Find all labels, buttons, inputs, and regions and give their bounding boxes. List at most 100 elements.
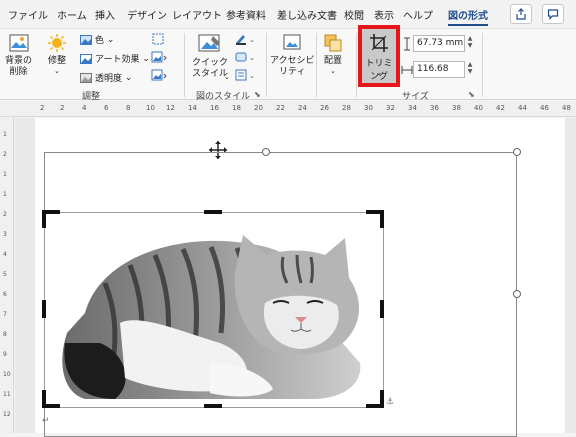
chevron-down-icon: ⌄ <box>122 72 133 83</box>
tab-help[interactable]: ヘルプ <box>403 7 433 22</box>
ruler-tick-label: 18 <box>232 104 241 112</box>
chevron-down-icon: ⌄ <box>54 67 60 75</box>
ruler-tick-label: 48 <box>562 104 571 112</box>
svg-text:⌄: ⌄ <box>249 36 255 44</box>
ruler-tick-label: 16 <box>210 104 219 112</box>
tab-references[interactable]: 参考資料 <box>226 7 266 22</box>
ruler-tick-label: 9 <box>3 351 7 358</box>
tab-mailings[interactable]: 差し込み文書 <box>277 7 337 22</box>
ruler-tick-label: 10 <box>3 371 11 378</box>
tab-design[interactable]: デザイン <box>127 7 167 22</box>
tab-file[interactable]: ファイル <box>8 7 48 22</box>
crop-handle-bottom-left[interactable] <box>42 390 46 408</box>
ruler-tick-label: 12 <box>166 104 175 112</box>
ruler-tick-label: 5 <box>3 271 7 278</box>
ruler-tick-label: 12 <box>3 411 11 418</box>
change-picture-icon[interactable] <box>151 51 167 63</box>
tab-home[interactable]: ホーム <box>57 7 87 22</box>
crop-highlight-box <box>358 25 400 87</box>
share-icon <box>516 8 526 20</box>
group-separator <box>316 33 317 97</box>
crop-handle-top-left[interactable] <box>42 210 46 228</box>
ruler-tick-label: 1 <box>3 171 7 178</box>
ruler-tick-label: 2 <box>3 151 7 158</box>
artistic-effects-icon <box>80 53 92 64</box>
sun-icon <box>48 34 66 52</box>
ruler-tick-label: 46 <box>540 104 549 112</box>
chevron-down-icon: ⌄ <box>104 34 115 45</box>
accessibility-button[interactable]: アクセシビ リティ <box>270 33 315 78</box>
dialog-launcher-icon[interactable]: ⬊ <box>254 90 261 99</box>
tab-layout[interactable]: レイアウト <box>172 7 222 22</box>
anchor-mark: ⚓ <box>386 397 395 407</box>
width-spinner[interactable]: ▲ ▼ <box>466 61 474 75</box>
ruler-tick-label: 7 <box>3 311 7 318</box>
picture-effects-icon[interactable]: ⌄ <box>234 51 256 63</box>
picture-border-icon[interactable]: ⌄ <box>234 33 256 45</box>
ribbon-tab-bar: ファイル ホーム 挿入 デザイン レイアウト 参考資料 差し込み文書 校閲 表示… <box>0 0 576 28</box>
ruler-tick-label: 3 <box>3 231 7 238</box>
ruler-tick-label: 1 <box>3 131 7 138</box>
compress-pictures-icon[interactable] <box>152 33 164 45</box>
group-separator <box>482 33 483 97</box>
tab-insert[interactable]: 挿入 <box>95 7 115 22</box>
ruler-tick-label: 6 <box>3 291 7 298</box>
group-separator <box>266 33 267 97</box>
crop-handle-top[interactable] <box>204 210 222 214</box>
dialog-launcher-icon[interactable]: ⬊ <box>468 90 475 99</box>
crop-handle-bottom-right[interactable] <box>380 390 384 408</box>
ruler-tick-label: 8 <box>126 104 131 112</box>
ruler-tick-label: 42 <box>496 104 505 112</box>
width-input[interactable]: 116.68 mm <box>413 61 465 78</box>
width-icon <box>401 66 413 74</box>
color-icon <box>80 34 92 45</box>
ruler-tick-label: 34 <box>408 104 417 112</box>
crop-handle-left[interactable] <box>42 300 46 318</box>
cat-image <box>62 235 361 399</box>
alt-text-icon <box>283 34 301 50</box>
ruler-tick-label: 38 <box>452 104 461 112</box>
chevron-down-icon: ⌄ <box>330 67 336 75</box>
resize-handle-right[interactable] <box>513 290 521 298</box>
ruler-tick-label: 1 <box>3 191 7 198</box>
crop-handle-bottom[interactable] <box>204 404 222 408</box>
resize-handle-top-right[interactable] <box>513 148 521 156</box>
ruler-tick-label: 28 <box>342 104 351 112</box>
ruler-tick-label: 4 <box>82 104 87 112</box>
tab-picture-format[interactable]: 図の形式 <box>448 7 488 26</box>
svg-text:⌄: ⌄ <box>249 54 255 62</box>
ruler-tick-label: 22 <box>276 104 285 112</box>
cropped-picture[interactable] <box>44 212 384 408</box>
ruler-tick-label: 14 <box>188 104 197 112</box>
ruler-tick-label: 44 <box>518 104 527 112</box>
corrections-button[interactable]: 修整 ⌄ <box>46 33 68 75</box>
artistic-effects-button[interactable]: アート効果 ⌄ <box>80 52 150 65</box>
ruler-tick-label: 4 <box>3 251 7 258</box>
ruler-tick-label: 2 <box>60 104 65 112</box>
group-separator <box>184 33 185 97</box>
ruler-tick-label: 26 <box>320 104 329 112</box>
crop-handle-right[interactable] <box>380 300 384 318</box>
quick-styles-button[interactable]: クイック スタイル <box>192 33 228 80</box>
tab-review[interactable]: 校閲 <box>344 7 364 22</box>
ruler-tick-label: 32 <box>386 104 395 112</box>
vertical-ruler: 1 2 1 1 2 3 4 5 6 7 8 9 10 11 12 <box>0 117 14 433</box>
color-button[interactable]: 色 ⌄ <box>80 33 114 46</box>
ruler-tick-label: 2 <box>40 104 45 112</box>
remove-background-button[interactable]: 背景の 削除 <box>5 33 32 78</box>
tab-view[interactable]: 表示 <box>374 7 394 22</box>
arrange-icon <box>324 34 342 52</box>
share-button[interactable] <box>510 4 532 24</box>
height-input[interactable]: 67.73 mm <box>413 35 465 52</box>
comments-button[interactable] <box>542 4 564 24</box>
resize-handle-top[interactable] <box>262 148 270 156</box>
horizontal-ruler: 2 2 4 6 8 10 12 14 16 18 20 22 24 26 28 30 32 34 36 38 40 42 4… <box>0 101 576 117</box>
picture-layout-icon[interactable]: ⌄ <box>234 69 256 81</box>
ruler-tick-label: 10 <box>146 104 155 112</box>
crop-handle-top-right[interactable] <box>380 210 384 228</box>
arrange-button[interactable]: 配置 ⌄ <box>322 33 344 75</box>
ruler-tick-label: 2 <box>3 211 7 218</box>
reset-picture-icon[interactable] <box>151 69 167 81</box>
transparency-button[interactable]: 透明度 ⌄ <box>80 71 132 84</box>
height-spinner[interactable]: ▲ ▼ <box>466 35 474 49</box>
